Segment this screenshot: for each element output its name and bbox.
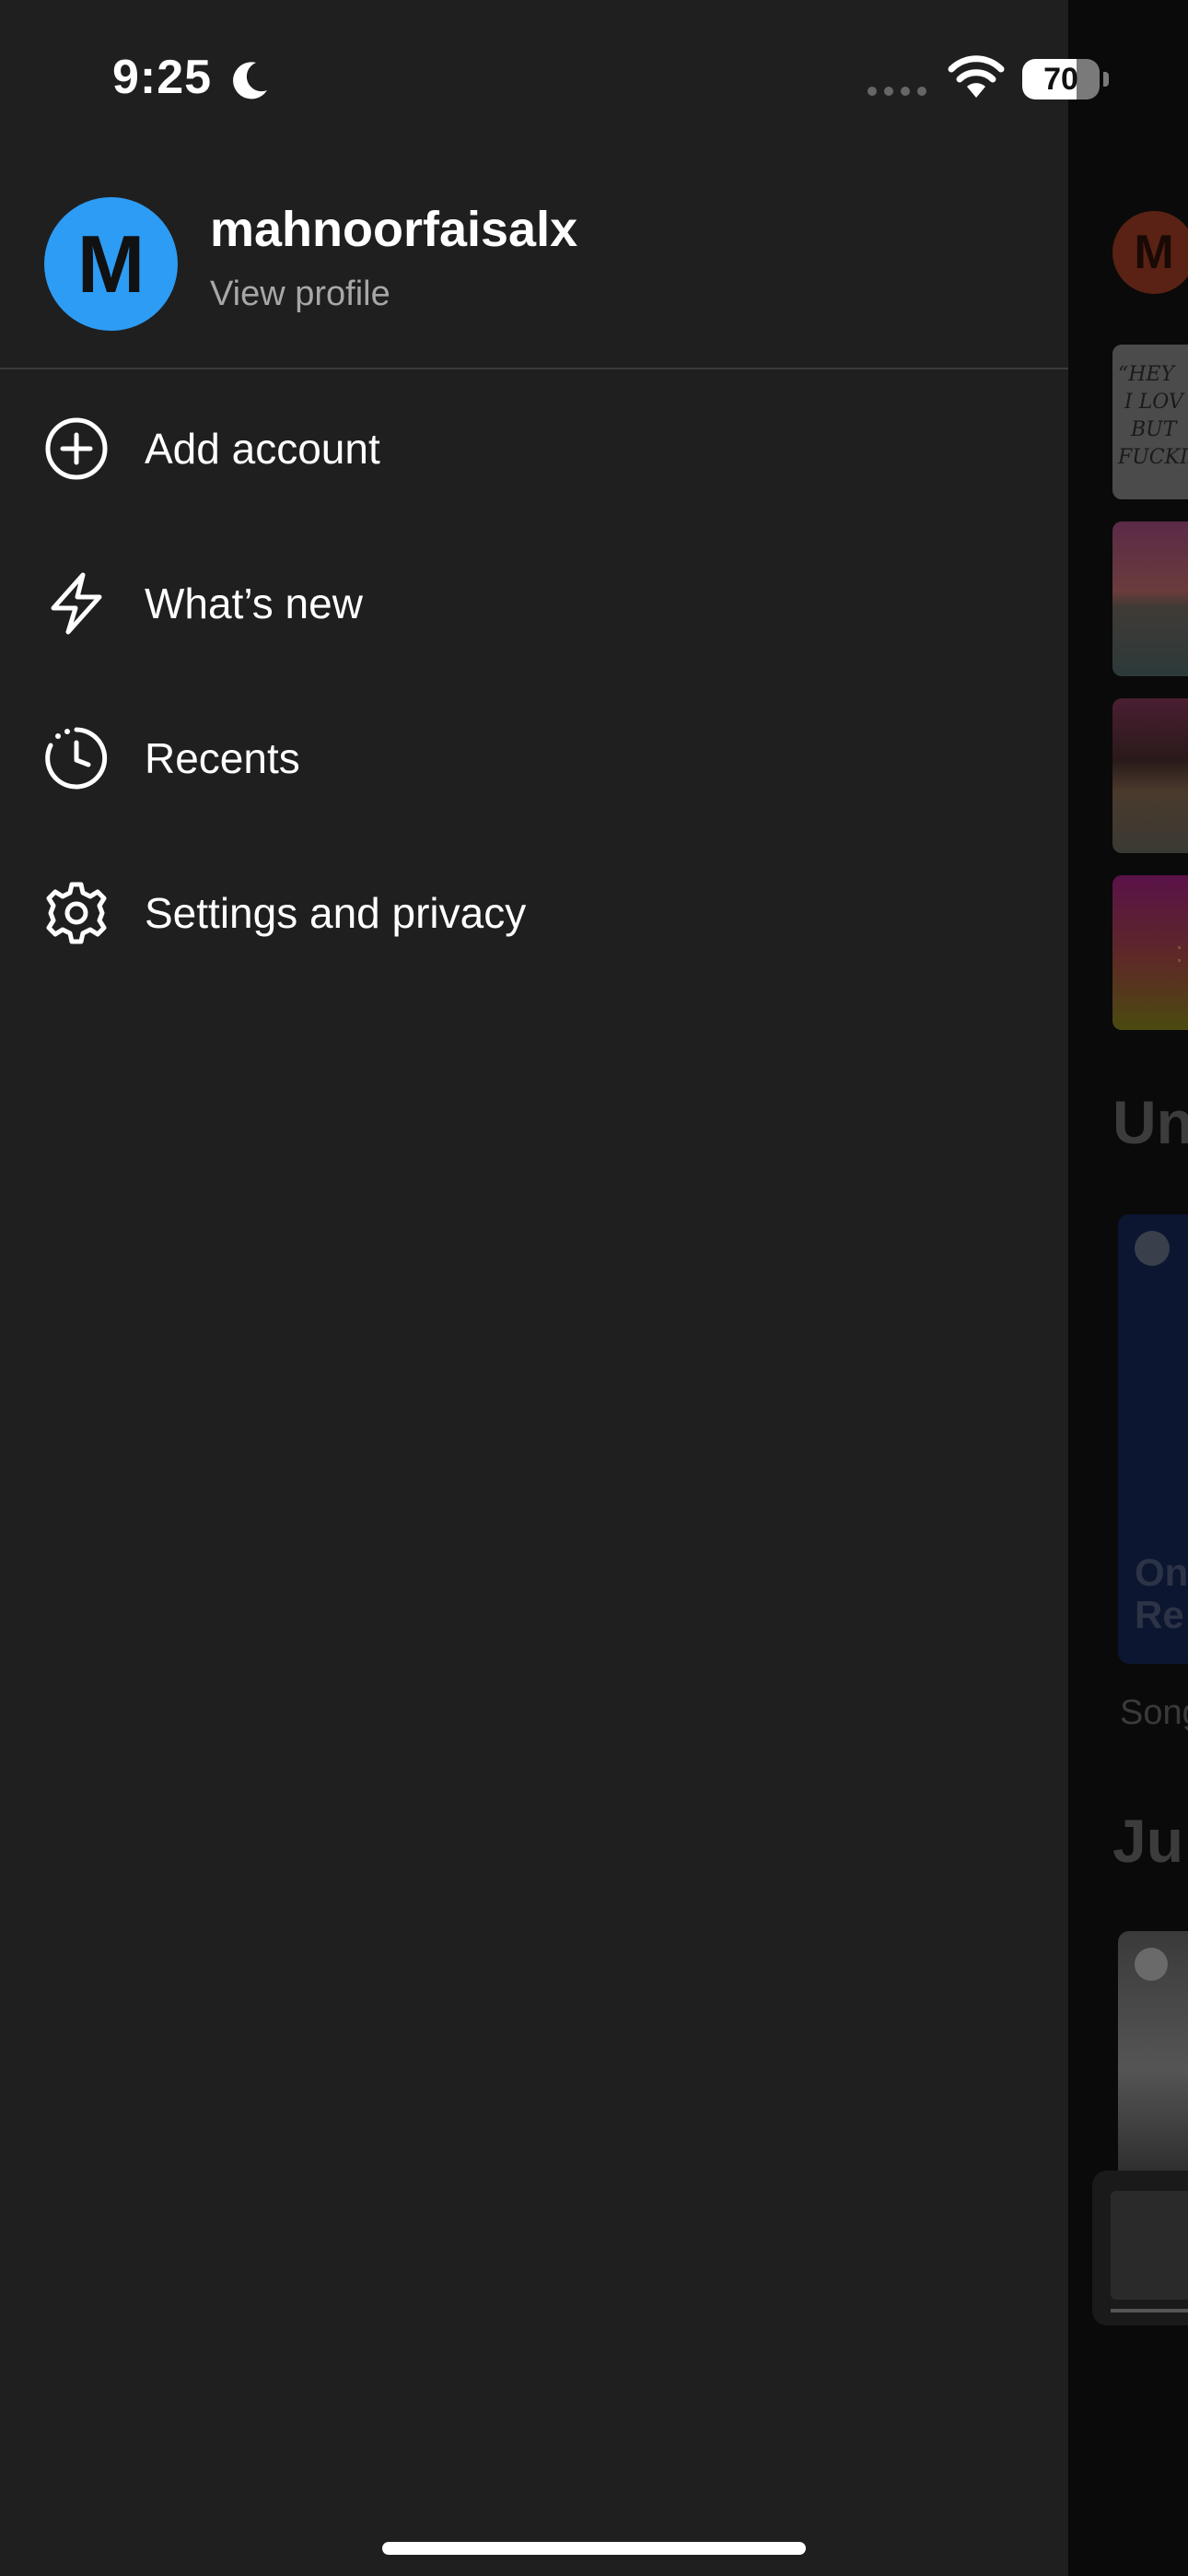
avatar[interactable]: M (44, 197, 178, 331)
drawer-menu: Add account What’s new Recents Settings … (0, 370, 1068, 989)
screen: M “HEY I LOV BUT FUCKIN ·· Un On Re Song… (0, 0, 1188, 2576)
background-card (1118, 1931, 1188, 2207)
divider (0, 368, 1068, 369)
profile-name: mahnoorfaisalx (210, 202, 578, 257)
background-tile-scrawl: “HEY I LOV BUT FUCKIN (1118, 363, 1188, 469)
battery-cap (1103, 72, 1109, 87)
mini-player-progress (1111, 2309, 1188, 2313)
menu-item-recents[interactable]: Recents (0, 680, 1068, 835)
background-card: On Re (1118, 1214, 1188, 1664)
view-profile-link[interactable]: View profile (210, 275, 390, 314)
background-playlist-tile: “HEY I LOV BUT FUCKIN (1112, 345, 1188, 499)
battery-icon: 70 (1022, 59, 1109, 100)
spotify-logo-icon (1135, 1948, 1168, 1981)
menu-item-label: Settings and privacy (145, 889, 527, 937)
wifi-icon (947, 55, 1006, 104)
status-time: 9:25 (112, 51, 213, 104)
lightning-icon (44, 571, 109, 636)
menu-item-settings-and-privacy[interactable]: Settings and privacy (0, 835, 1068, 989)
background-avatar: M (1112, 211, 1188, 294)
battery-percentage: 70 (1043, 62, 1078, 97)
background-playlist-tile (1112, 521, 1188, 676)
background-section-heading: Ju (1112, 1807, 1184, 1875)
battery-body: 70 (1022, 59, 1100, 100)
background-mini-player (1092, 2171, 1188, 2325)
background-tile-dots: · · (1175, 931, 1184, 973)
gear-icon (44, 881, 109, 945)
menu-item-add-account[interactable]: Add account (0, 370, 1068, 525)
moon-icon (228, 59, 271, 106)
background-home-screen[interactable]: M “HEY I LOV BUT FUCKIN ·· Un On Re Song… (1068, 0, 1188, 2576)
side-drawer: M mahnoorfaisalx View profile Add accoun… (0, 0, 1068, 2576)
background-card-text: On Re (1135, 1551, 1188, 1636)
plus-circle-icon (44, 416, 109, 481)
signal-icon (866, 85, 930, 102)
background-playlist-tile (1112, 698, 1188, 853)
home-indicator[interactable] (382, 2542, 806, 2555)
background-card-caption: Song (1120, 1693, 1188, 1732)
status-bar: 9:25 70 (0, 0, 1188, 157)
background-playlist-tile: · · (1112, 875, 1188, 1030)
menu-item-label: Recents (145, 734, 300, 782)
spotify-logo-icon (1135, 1231, 1170, 1266)
profile-header[interactable]: M mahnoorfaisalx View profile (0, 181, 1068, 369)
mini-player-artwork (1111, 2191, 1188, 2300)
menu-item-label: What’s new (145, 580, 363, 627)
history-clock-icon (44, 726, 109, 790)
background-section-heading: Un (1112, 1088, 1188, 1156)
menu-item-label: Add account (145, 425, 380, 473)
menu-item-whats-new[interactable]: What’s new (0, 525, 1068, 680)
